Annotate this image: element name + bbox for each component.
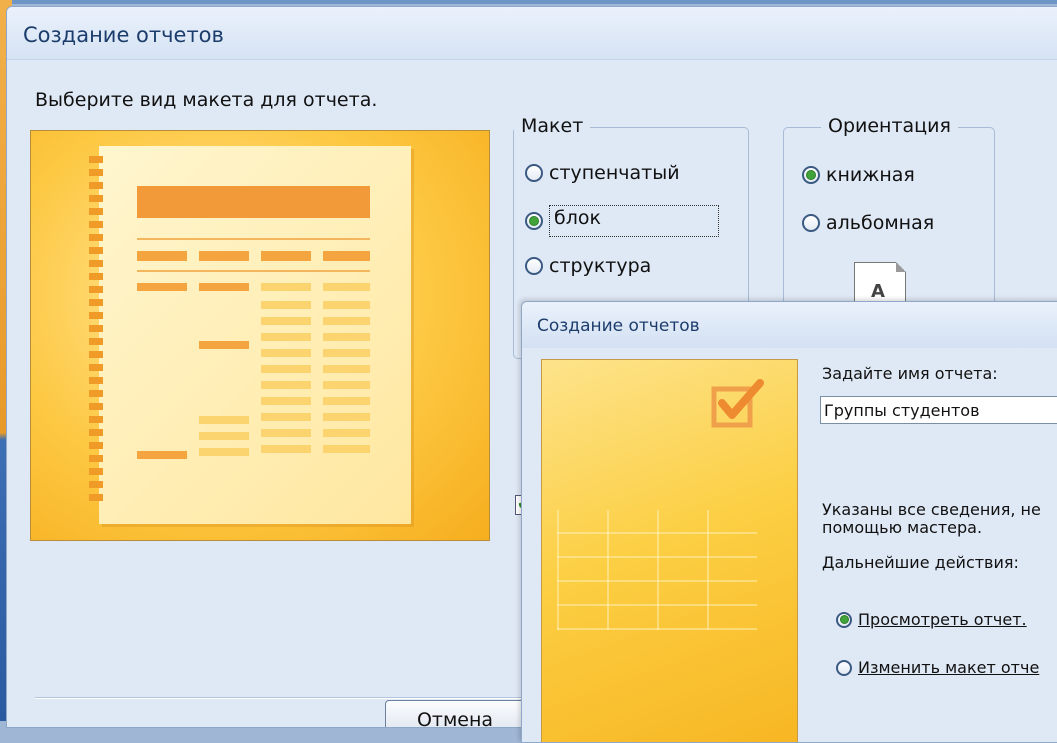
layout-option-stepped[interactable]: ступенчатый [525,162,680,184]
radio-button[interactable] [836,659,852,676]
info-text-line1: Указаны все сведения, не [822,500,1041,519]
radio-button[interactable] [525,164,543,182]
radio-label: структура [549,255,652,277]
radio-label: альбомная [826,212,935,234]
report-name-input[interactable] [820,396,1057,424]
layout-option-block[interactable]: блок [525,205,719,237]
orientation-option-landscape[interactable]: альбомная [802,212,934,234]
radio-button[interactable] [525,257,543,275]
report-name-label: Задайте имя отчета: [822,364,998,383]
radio-label: Изменить макет отче [858,658,1040,677]
radio-label: ступенчатый [549,162,680,184]
orientation-option-portrait[interactable]: книжная [802,164,915,186]
radio-label: Просмотреть отчет. [858,610,1027,629]
next-actions-label: Дальнейшие действия: [822,553,1019,572]
layout-group-title: Макет [514,115,591,137]
radio-button-selected[interactable] [525,212,543,230]
layout-option-outline[interactable]: структура [525,255,651,277]
report-wizard-finish-dialog: Создание отчетов Задайте имя отчета: Ука… [521,301,1057,743]
footer-divider-highlight [35,698,535,699]
radio-button-selected[interactable] [836,611,852,628]
radio-label: книжная [826,164,915,186]
dialog-title: Создание отчетов [537,316,700,336]
radio-button-selected[interactable] [802,166,820,184]
cancel-button[interactable]: Отмена [385,700,525,727]
finish-preview-image [541,359,798,742]
binding-spiral [89,156,103,506]
layout-prompt: Выберите вид макета для отчета. [35,89,378,111]
title-bar[interactable]: Создание отчетов [7,7,1057,60]
action-option-preview[interactable]: Просмотреть отчет. [836,610,1027,629]
radio-label: блок [549,205,719,237]
orientation-group-title: Ориентация [821,115,958,137]
radio-button[interactable] [802,214,820,232]
title-bar[interactable]: Создание отчетов [522,302,1057,348]
info-text-line2: помощью мастера. [822,518,983,537]
dialog-title: Создание отчетов [23,23,224,47]
report-page-preview [89,146,411,524]
table-watermark [557,510,757,630]
layout-preview-image [30,130,490,541]
checkmark-icon [711,379,764,428]
desktop-top-strip [0,0,1057,4]
action-option-modify-design[interactable]: Изменить макет отче [836,658,1039,677]
